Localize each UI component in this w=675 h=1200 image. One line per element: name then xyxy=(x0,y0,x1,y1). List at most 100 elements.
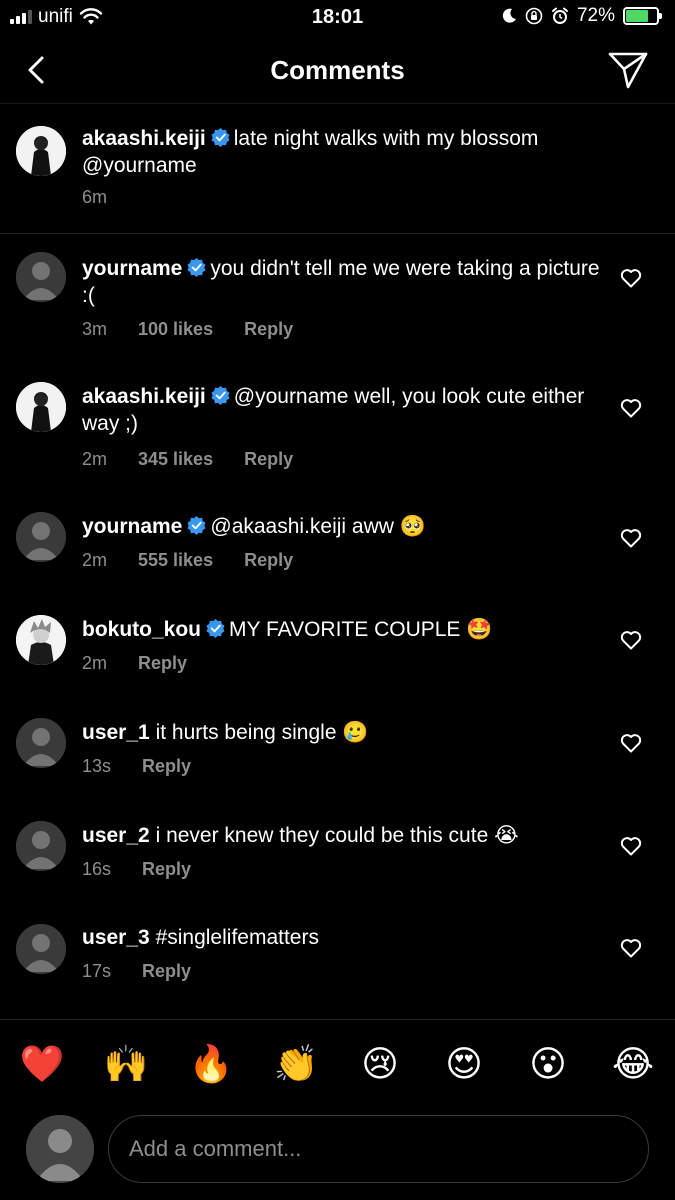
comment-body: #singlelifematters xyxy=(155,926,319,949)
emoji-tears-of-joy[interactable]: 😂 xyxy=(608,1044,658,1084)
heart-icon[interactable] xyxy=(620,398,642,418)
reply-button[interactable]: Reply xyxy=(142,756,191,777)
battery-percent: 72% xyxy=(576,5,615,26)
likes-count[interactable]: 345 likes xyxy=(138,449,213,470)
timestamp: 2m xyxy=(82,653,108,673)
comment-meta: 3m 100 likes Reply xyxy=(82,319,293,340)
timestamp: 2m xyxy=(82,449,108,469)
username[interactable]: yourname xyxy=(82,257,182,280)
comment-text: user_3 #singlelifematters xyxy=(82,924,602,951)
heart-icon[interactable] xyxy=(620,268,642,288)
verified-badge-icon xyxy=(211,128,230,147)
default-avatar-icon xyxy=(26,1115,94,1183)
comment-item: user_3 #singlelifematters 17s Reply xyxy=(0,904,675,1004)
status-bar: unifi 18:01 72% xyxy=(0,0,675,36)
timestamp: 2m xyxy=(82,550,108,570)
moon-icon xyxy=(502,8,516,23)
akaashi-avatar-image xyxy=(16,382,66,432)
reply-button[interactable]: Reply xyxy=(138,653,187,674)
page-title: Comments xyxy=(270,55,405,85)
emoji-red-heart[interactable]: ❤️ xyxy=(17,1044,67,1084)
username[interactable]: akaashi.keiji xyxy=(82,385,206,408)
default-avatar-icon xyxy=(16,718,66,768)
comment-text: yourname you didn't tell me we were takin… xyxy=(82,255,602,309)
avatar[interactable] xyxy=(16,924,66,974)
reply-button[interactable]: Reply xyxy=(244,449,293,470)
comment-item: user_1 it hurts being single 🥲 13s Reply xyxy=(0,698,675,798)
avatar[interactable] xyxy=(16,615,66,665)
username[interactable]: user_1 xyxy=(82,721,150,744)
emoji-heart-eyes[interactable]: 😍 xyxy=(439,1044,489,1084)
battery-icon xyxy=(623,7,662,25)
avatar[interactable] xyxy=(16,718,66,768)
likes-count[interactable]: 555 likes xyxy=(138,550,213,571)
avatar[interactable] xyxy=(16,252,66,302)
avatar[interactable] xyxy=(16,821,66,871)
heart-icon[interactable] xyxy=(620,630,642,650)
default-avatar-icon xyxy=(16,821,66,871)
reply-button[interactable]: Reply xyxy=(244,319,293,340)
username[interactable]: bokuto_kou xyxy=(82,618,201,641)
reply-button[interactable]: Reply xyxy=(142,961,191,982)
timestamp: 16s xyxy=(82,859,112,879)
verified-badge-icon xyxy=(206,619,225,638)
verified-badge-icon xyxy=(187,516,206,535)
bokuto-avatar-image xyxy=(16,615,66,665)
add-comment-input[interactable] xyxy=(108,1115,649,1183)
heart-icon[interactable] xyxy=(620,528,642,548)
timestamp: 17s xyxy=(82,961,112,981)
reply-button[interactable]: Reply xyxy=(244,550,293,571)
comment-item: yourname @akaashi.keiji aww 🥺 2m 555 like… xyxy=(0,492,675,592)
verified-badge-icon xyxy=(187,258,206,277)
username[interactable]: yourname xyxy=(82,515,182,538)
comment-meta: 13s Reply xyxy=(82,756,191,777)
comment-text: user_2 i never knew they could be this c… xyxy=(82,822,602,849)
default-avatar-icon xyxy=(16,252,66,302)
comment-item: akaashi.keiji @yourname well, you look cu… xyxy=(0,362,675,490)
avatar[interactable] xyxy=(16,512,66,562)
comment-body: i never knew they could be this cute 😭 xyxy=(155,824,519,847)
caption-text: akaashi.keiji late night walks with my bl… xyxy=(82,125,602,179)
username[interactable]: user_3 xyxy=(82,926,150,949)
comment-meta: 16s Reply xyxy=(82,859,191,880)
emoji-surprised-face[interactable]: 😮 xyxy=(523,1044,573,1084)
emoji-fire[interactable]: 🔥 xyxy=(186,1044,236,1084)
status-right: 72% xyxy=(501,5,662,27)
comment-item: yourname you didn't tell me we were takin… xyxy=(0,234,675,362)
header: Comments xyxy=(0,36,675,104)
default-avatar-icon xyxy=(16,924,66,974)
alarm-icon xyxy=(551,7,568,24)
timestamp: 13s xyxy=(82,756,112,776)
heart-icon[interactable] xyxy=(620,733,642,753)
heart-icon[interactable] xyxy=(620,938,642,958)
username[interactable]: akaashi.keiji xyxy=(82,127,206,150)
timestamp: 6m xyxy=(82,187,108,207)
default-avatar-icon xyxy=(16,512,66,562)
comment-item: user_2 i never knew they could be this c… xyxy=(0,801,675,901)
orientation-lock-icon xyxy=(525,7,543,25)
emoji-crying-face[interactable]: 😢 xyxy=(355,1044,405,1084)
post-caption: akaashi.keiji late night walks with my bl… xyxy=(0,104,675,234)
heart-icon[interactable] xyxy=(620,836,642,856)
comment-item: bokuto_kou MY FAVORITE COUPLE 🤩 2m Reply xyxy=(0,595,675,695)
avatar[interactable] xyxy=(16,382,66,432)
emoji-raising-hands[interactable]: 🙌 xyxy=(101,1044,151,1084)
username[interactable]: user_2 xyxy=(82,824,150,847)
comment-meta: 17s Reply xyxy=(82,961,191,982)
timestamp: 3m xyxy=(82,319,108,339)
caption-meta: 6m xyxy=(82,187,107,208)
akaashi-avatar-image xyxy=(16,126,66,176)
send-icon[interactable] xyxy=(607,50,649,90)
comment-body: @akaashi.keiji aww 🥺 xyxy=(210,515,426,538)
comment-text: akaashi.keiji @yourname well, you look cu… xyxy=(82,383,602,437)
my-avatar[interactable] xyxy=(26,1115,94,1183)
avatar[interactable] xyxy=(16,126,66,176)
comment-meta: 2m 345 likes Reply xyxy=(82,449,293,470)
reply-button[interactable]: Reply xyxy=(142,859,191,880)
comment-meta: 2m Reply xyxy=(82,653,187,674)
comment-text: bokuto_kou MY FAVORITE COUPLE 🤩 xyxy=(82,616,602,643)
likes-count[interactable]: 100 likes xyxy=(138,319,213,340)
emoji-clapping-hands[interactable]: 👏 xyxy=(271,1044,321,1084)
comment-body: it hurts being single 🥲 xyxy=(155,721,369,744)
verified-badge-icon xyxy=(211,386,230,405)
